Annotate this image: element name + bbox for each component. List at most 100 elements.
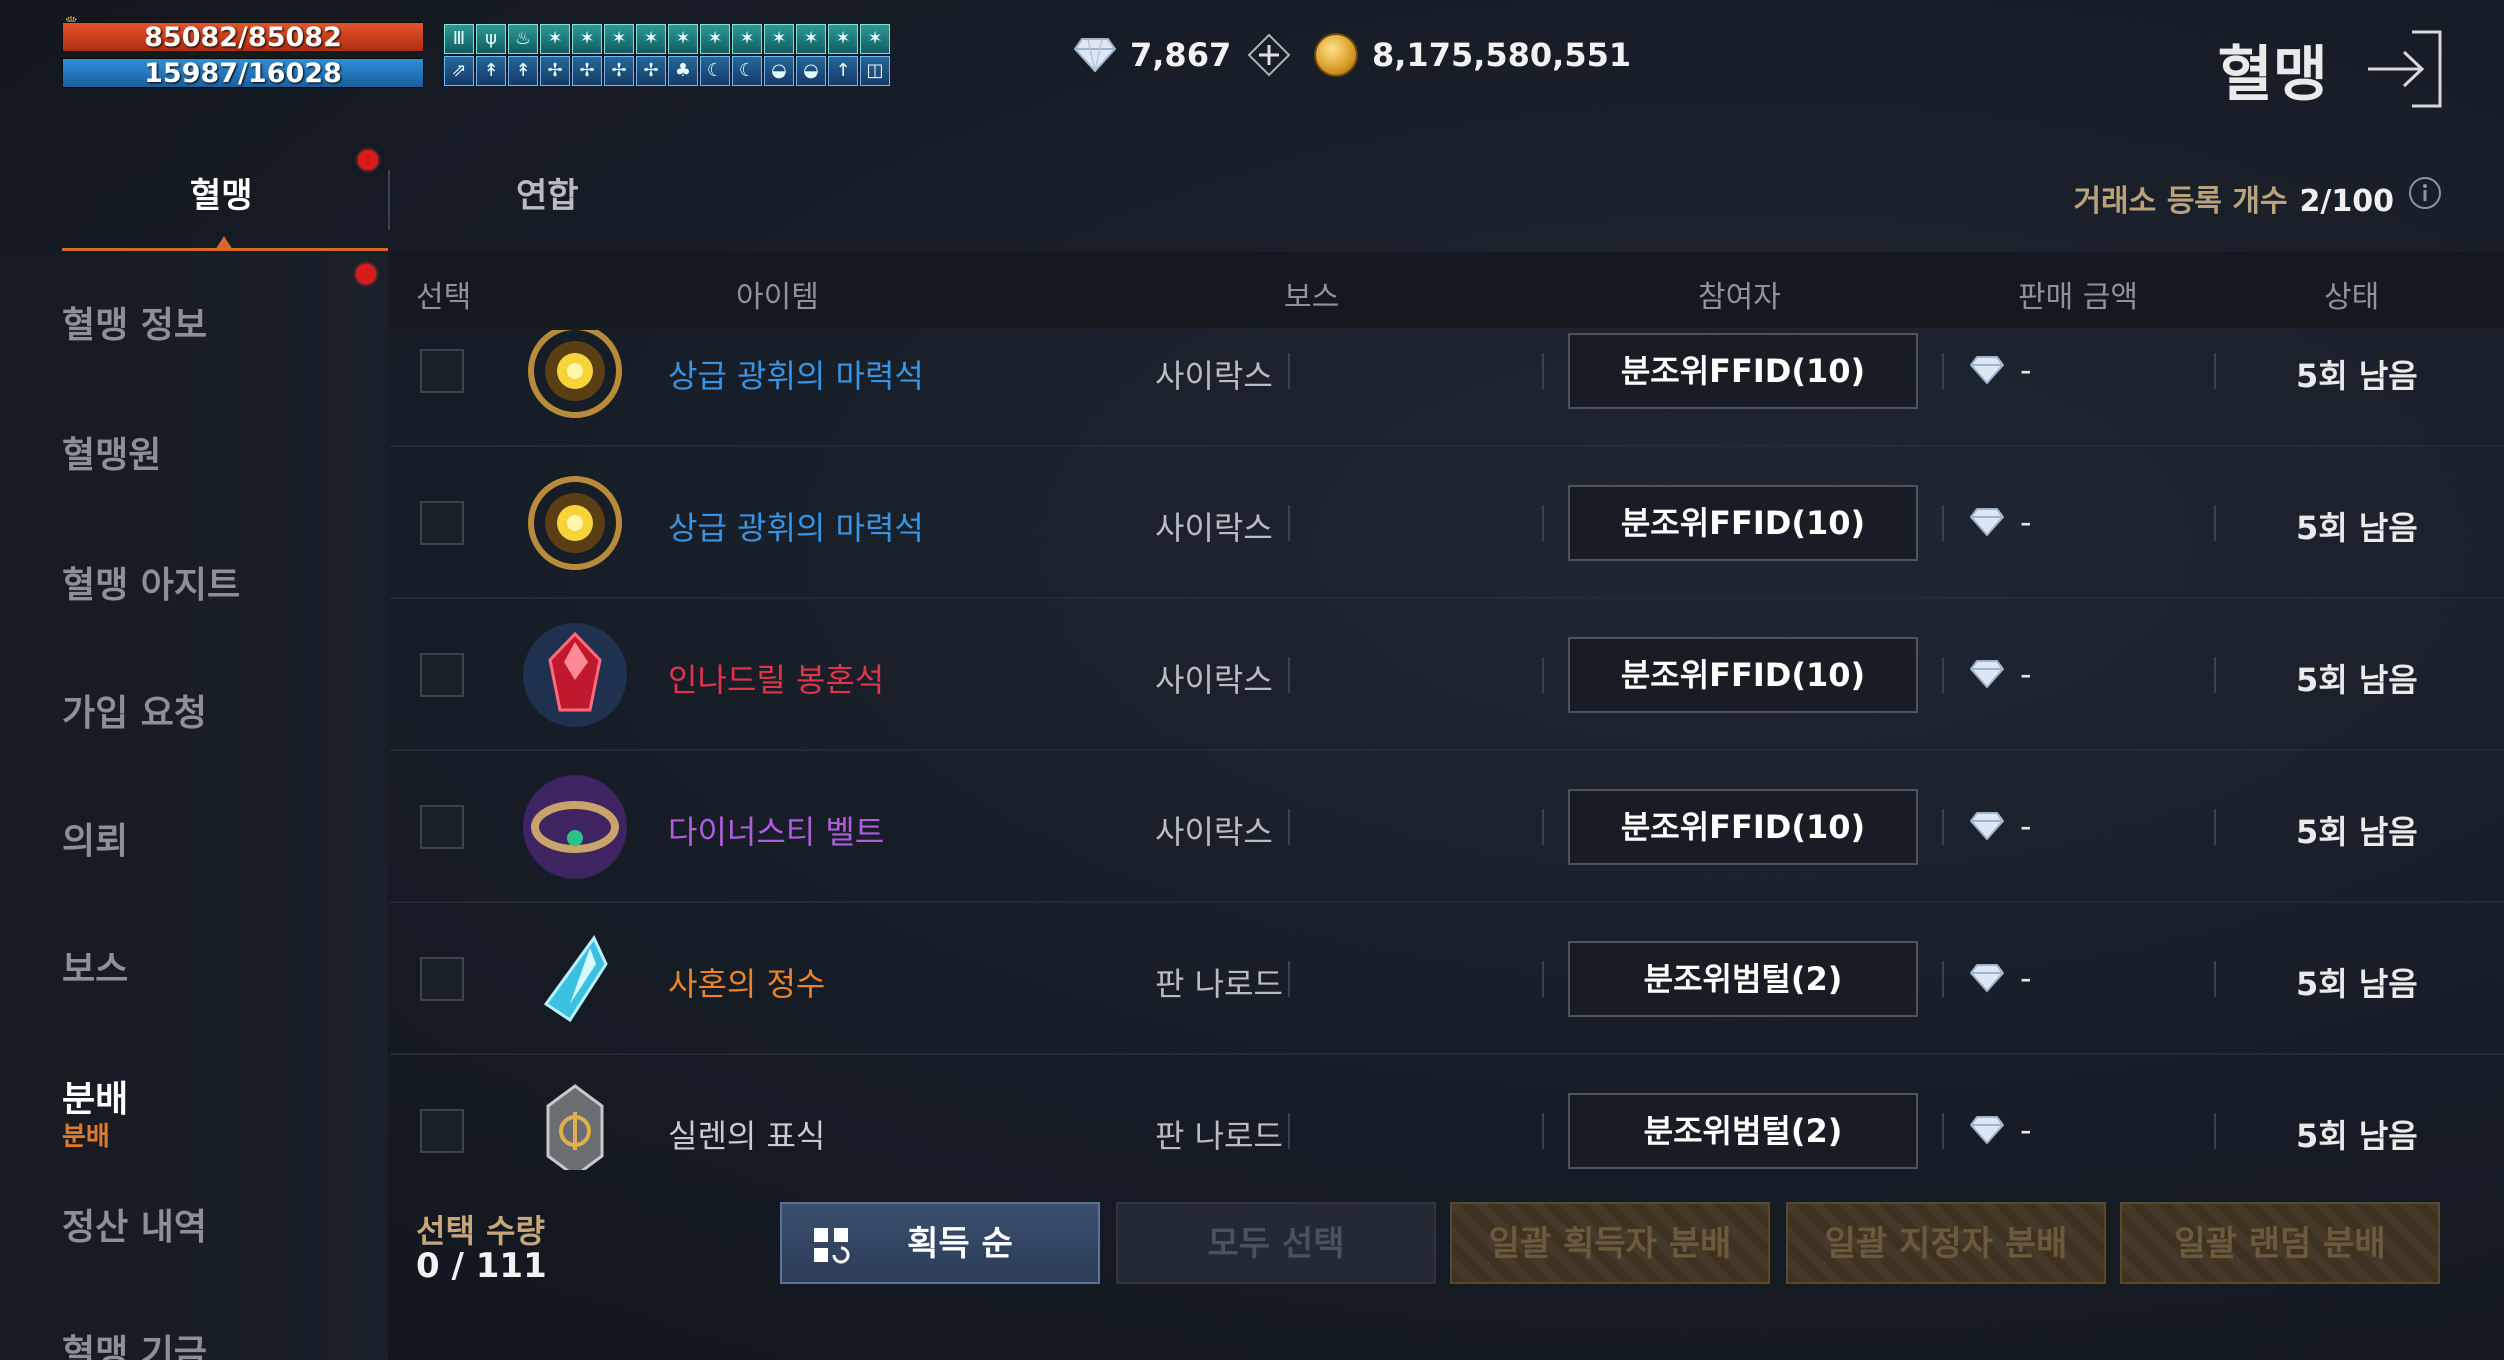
buff-icon: ✶ xyxy=(700,24,730,54)
status-text: 5회 남음 xyxy=(2296,661,2418,699)
mp-bar: 15987/16028 xyxy=(62,58,424,89)
table-row[interactable]: 다이너스티 벨트 사이락스 분조위FFID(10) - 5회 남음 xyxy=(390,752,2504,903)
table-row[interactable]: 상급 광휘의 마력석 사이락스 분조위FFID(10) - 5회 남음 xyxy=(390,448,2504,599)
bulk-acquirer-distribute-button[interactable]: 일괄 획득자 분배 xyxy=(1450,1202,1770,1284)
sort-label: 획득 순 xyxy=(907,1224,1013,1264)
row-checkbox[interactable] xyxy=(420,957,464,1001)
status-text: 5회 남음 xyxy=(2296,1117,2418,1155)
bulk-designee-distribute-button[interactable]: 일괄 지정자 분배 xyxy=(1786,1202,2106,1284)
sidebar-item-clan-info[interactable]: 혈맹 정보 xyxy=(62,296,207,348)
diamond-icon xyxy=(1970,356,2004,385)
item-name: 상급 광휘의 마력석 xyxy=(668,357,924,395)
row-checkbox[interactable] xyxy=(420,349,464,393)
item-name: 사혼의 정수 xyxy=(668,965,826,1003)
buff-icon: ✶ xyxy=(604,24,634,54)
table-header xyxy=(390,252,2504,328)
table-row[interactable]: 상급 광휘의 마력석 사이락스 분조위FFID(10) - 5회 남음 xyxy=(390,330,2504,447)
registration-count: 거래소 등록 개수 2/100 xyxy=(2073,176,2394,220)
sidebar-item-settlement[interactable]: 정산 내역 xyxy=(62,1198,207,1250)
buff-icon: ↑ xyxy=(828,56,858,86)
item-name: 다이너스티 벨트 xyxy=(668,813,885,851)
row-checkbox[interactable] xyxy=(420,1109,464,1153)
buff-icon: ✶ xyxy=(540,24,570,54)
table-row[interactable]: 인나드릴 봉혼석 사이락스 분조위FFID(10) - 5회 남음 xyxy=(390,600,2504,751)
buff-icon: ✶ xyxy=(572,24,602,54)
buff-icon: ♨ xyxy=(508,24,538,54)
bulk-random-distribute-button[interactable]: 일괄 랜덤 분배 xyxy=(2120,1202,2440,1284)
participant-button[interactable]: 분조위범털(2) xyxy=(1568,1093,1918,1169)
sale-price: - xyxy=(1970,959,2032,997)
exit-icon[interactable] xyxy=(2364,28,2444,110)
info-icon[interactable] xyxy=(2408,176,2442,210)
column-separator xyxy=(1942,505,1944,541)
participant-button[interactable]: 분조위FFID(10) xyxy=(1568,637,1918,713)
boss-name: 판 나로드 xyxy=(1155,965,1283,1003)
select-all-button[interactable]: 모두 선택 xyxy=(1116,1202,1436,1284)
column-separator xyxy=(2214,505,2216,541)
row-checkbox[interactable] xyxy=(420,653,464,697)
diamond-icon xyxy=(1970,508,2004,537)
buff-icon: ✢ xyxy=(572,56,602,86)
sale-price: - xyxy=(1970,503,2032,541)
sort-button[interactable]: 획득 순 xyxy=(780,1202,1100,1284)
column-separator xyxy=(1288,961,1290,997)
column-separator xyxy=(2214,809,2216,845)
participant-button[interactable]: 분조위범털(2) xyxy=(1568,941,1918,1017)
sidebar xyxy=(0,252,388,1360)
column-separator xyxy=(1288,809,1290,845)
boss-name: 사이락스 xyxy=(1155,509,1273,547)
participant-button[interactable]: 분조위FFID(10) xyxy=(1568,789,1918,865)
buff-icon: ✶ xyxy=(860,24,890,54)
tab-divider xyxy=(388,170,390,230)
sidebar-subitem-distribution[interactable]: 분배 xyxy=(62,1116,110,1153)
item-name: 인나드릴 봉혼석 xyxy=(668,661,885,699)
sidebar-item-boss[interactable]: 보스 xyxy=(62,940,128,992)
sale-price: - xyxy=(1970,1111,2032,1149)
gold-currency: 8,175,580,551 xyxy=(1314,30,1631,80)
table-row[interactable]: 실렌의 표식 판 나로드 분조위범털(2) - 5회 남음 xyxy=(390,1056,2504,1170)
tab-alliance[interactable]: 연합 xyxy=(516,168,579,217)
sale-price-value: - xyxy=(2020,351,2032,389)
sidebar-item-distribution[interactable]: 분배 xyxy=(62,1070,128,1122)
selected-count-value: 0 / 111 xyxy=(416,1246,547,1286)
sup-radiant-magic-stone-icon xyxy=(528,330,622,418)
sale-price: - xyxy=(1970,807,2032,845)
buff-icon: ⇗ xyxy=(444,56,474,86)
sidebar-item-requests[interactable]: 의뢰 xyxy=(62,812,128,864)
sale-price-value: - xyxy=(2020,1111,2032,1149)
table-row[interactable]: 사혼의 정수 판 나로드 분조위범털(2) - 5회 남음 xyxy=(390,904,2504,1055)
buff-icon: ✶ xyxy=(732,24,762,54)
add-diamond-button[interactable] xyxy=(1247,33,1291,77)
sale-price: - xyxy=(1970,655,2032,693)
status-text: 5회 남음 xyxy=(2296,357,2418,395)
sidebar-item-clan-fund[interactable]: 혈맹 기금 xyxy=(62,1324,207,1360)
hp-value: 85082/85082 xyxy=(144,22,342,53)
tab-clan[interactable]: 혈맹 xyxy=(190,168,253,217)
item-name: 상급 광휘의 마력석 xyxy=(668,509,924,547)
participant-button[interactable]: 분조위FFID(10) xyxy=(1568,333,1918,409)
sale-price: - xyxy=(1970,351,2032,389)
sup-radiant-magic-stone-icon xyxy=(528,476,622,570)
boss-name: 판 나로드 xyxy=(1155,1117,1283,1155)
buff-icon: ψ xyxy=(476,24,506,54)
column-separator xyxy=(2214,353,2216,389)
registration-value: 2/100 xyxy=(2299,184,2394,219)
buff-icon: ✶ xyxy=(796,24,826,54)
buff-icon: ☾ xyxy=(732,56,762,86)
row-checkbox[interactable] xyxy=(420,501,464,545)
sidebar-item-members[interactable]: 혈맹원 xyxy=(62,426,161,478)
sidebar-item-join-requests[interactable]: 가입 요청 xyxy=(62,684,207,736)
sort-icon xyxy=(814,1228,850,1264)
sidebar-item-hideout[interactable]: 혈맹 아지트 xyxy=(62,556,240,608)
buff-icon-grid: Ⅲψ ♨ ✶ ✶ ✶ ✶ ✶ ✶ ✶ ✶ ✶ ✶ ✶ ⇗ ↟ ↟ ✢ ✢ ✢ ✢ ♣ ☾ ☾ ◒ ◒ ↑ ◫ xyxy=(444,24,890,86)
hp-bar: 85082/85082 xyxy=(62,22,424,53)
participant-button[interactable]: 분조위FFID(10) xyxy=(1568,485,1918,561)
column-separator xyxy=(1542,961,1544,997)
status-text: 5회 남음 xyxy=(2296,813,2418,851)
row-checkbox[interactable] xyxy=(420,805,464,849)
indrill-seal-stone-icon xyxy=(523,623,627,727)
column-header-select: 선택 xyxy=(416,280,472,315)
column-separator xyxy=(2214,961,2216,997)
four-soul-essence-icon xyxy=(543,935,608,1023)
diamond-icon xyxy=(1970,1116,2004,1145)
